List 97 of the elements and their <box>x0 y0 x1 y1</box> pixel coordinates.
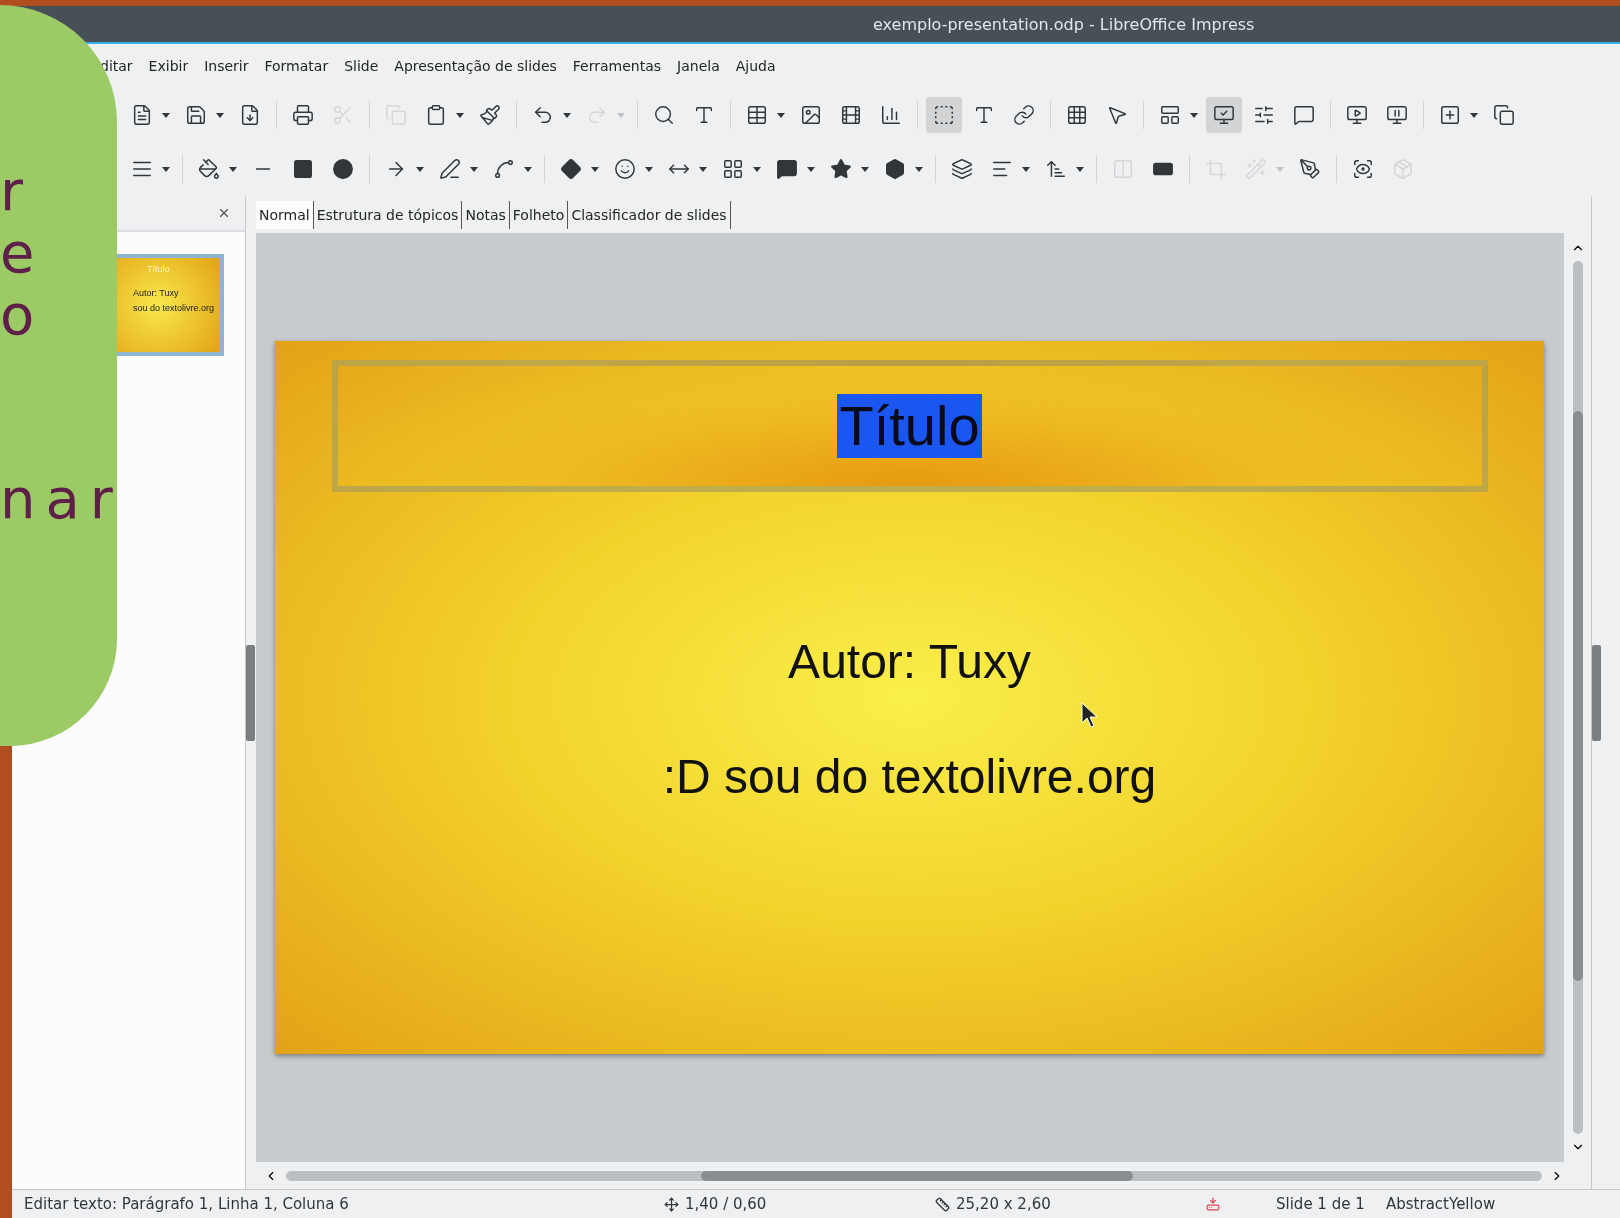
size-icon <box>935 1196 950 1212</box>
overlay-text: r <box>0 160 35 222</box>
caret-icon[interactable] <box>162 112 170 118</box>
slide-text: Autor: Tuxy <box>788 634 1031 689</box>
pen-icon[interactable] <box>439 158 461 180</box>
layers-icon[interactable] <box>951 158 973 180</box>
layout-icon[interactable] <box>1159 104 1181 126</box>
menu-item[interactable]: Slide <box>344 58 379 74</box>
connector-icon[interactable] <box>493 158 515 180</box>
status-text: Editar texto: Parágrafo 1, Linha 1, Coluna 6 <box>24 1195 350 1213</box>
view-tab[interactable]: Notas <box>462 200 510 229</box>
diamond-icon[interactable] <box>560 158 582 180</box>
menu-item[interactable]: Janela <box>677 58 720 74</box>
table-icon[interactable] <box>746 104 768 126</box>
master-name: AbstractYellow <box>1386 1195 1496 1213</box>
overlay-text: o <box>0 284 46 346</box>
mouse-pointer-icon <box>1081 702 1099 728</box>
caret-icon[interactable] <box>1076 166 1084 172</box>
caret-icon[interactable] <box>416 166 424 172</box>
paintbrush-icon[interactable] <box>479 104 501 126</box>
frame-icon[interactable] <box>1352 158 1374 180</box>
sidebar-handle[interactable] <box>1592 644 1601 741</box>
search-icon[interactable] <box>653 104 675 126</box>
thumbnail-text: sou do textolivre.org <box>133 303 215 313</box>
overlay-text: e <box>0 222 46 284</box>
caret-icon[interactable] <box>1022 166 1030 172</box>
slide-title: Título <box>837 394 982 458</box>
monitor-play-icon[interactable] <box>1346 104 1368 126</box>
position-icon <box>664 1196 679 1212</box>
square-icon[interactable] <box>292 158 314 180</box>
size-text: 25,20 x 2,60 <box>956 1195 1052 1213</box>
film-icon[interactable] <box>840 104 862 126</box>
scroll-thumb[interactable] <box>1572 411 1583 981</box>
caret-icon[interactable] <box>1190 112 1198 118</box>
print-icon[interactable] <box>292 104 314 126</box>
view-tab[interactable]: Normal <box>256 200 314 229</box>
menu-item[interactable]: Formatar <box>264 58 329 74</box>
letter-icon[interactable] <box>973 104 995 126</box>
pen-tool-icon[interactable] <box>1299 158 1321 180</box>
copy-icon[interactable] <box>1493 104 1515 126</box>
caret-icon[interactable] <box>1470 112 1478 118</box>
grid-icon[interactable] <box>1066 104 1088 126</box>
thumbnail-text: Autor: Tuxy <box>133 288 179 298</box>
slide-text: :D sou do textolivre.org <box>662 749 1157 804</box>
toggle-button[interactable] <box>926 97 962 133</box>
window-title: exemplo-presentation.odp - LibreOffice Impress <box>873 14 1255 34</box>
speech-bubble-icon[interactable] <box>776 158 798 180</box>
caret-icon[interactable] <box>470 166 478 172</box>
bar-chart-icon[interactable] <box>880 104 902 126</box>
splitter-handle[interactable] <box>246 644 255 741</box>
view-tab[interactable]: Folheto <box>509 200 569 229</box>
caret-icon[interactable] <box>591 166 599 172</box>
position-text: 1,40 / 0,60 <box>685 1195 768 1213</box>
save-icon[interactable] <box>185 104 207 126</box>
view-tab[interactable]: Classificador de slides <box>568 200 731 229</box>
caret-icon[interactable] <box>777 112 785 118</box>
sliders-icon[interactable] <box>1253 104 1275 126</box>
save-status-icon <box>1206 1197 1220 1211</box>
caret-icon[interactable] <box>216 112 224 118</box>
grid-icon[interactable] <box>722 158 744 180</box>
close-icon[interactable] <box>217 206 231 220</box>
overlay-text: nar <box>0 468 117 530</box>
star-icon[interactable] <box>830 158 852 180</box>
letter-icon[interactable] <box>693 104 715 126</box>
paint-bucket-icon[interactable] <box>198 158 220 180</box>
comment-icon[interactable] <box>1293 104 1315 126</box>
caret-icon[interactable] <box>915 166 923 172</box>
clipboard-icon[interactable] <box>425 104 447 126</box>
caret-icon[interactable] <box>753 166 761 172</box>
menu-item[interactable]: Exibir <box>148 58 189 74</box>
menu-item[interactable]: Ajuda <box>735 58 776 74</box>
slide-count: Slide 1 de 1 <box>1276 1195 1366 1213</box>
caret-icon[interactable] <box>524 166 532 172</box>
caret-icon[interactable] <box>861 166 869 172</box>
menu-item[interactable]: Inserir <box>204 58 249 74</box>
caret-icon[interactable] <box>699 166 707 172</box>
smiley-icon[interactable] <box>614 158 636 180</box>
caret-icon[interactable] <box>229 166 237 172</box>
caret-icon[interactable] <box>645 166 653 172</box>
ellipse-icon[interactable] <box>332 158 354 180</box>
image-icon[interactable] <box>800 104 822 126</box>
file-icon[interactable] <box>131 104 153 126</box>
link-icon[interactable] <box>1013 104 1035 126</box>
view-tab[interactable]: Estrutura de tópicos <box>313 200 463 229</box>
caret-icon[interactable] <box>162 166 170 172</box>
thumbnail-title: Título <box>147 264 170 274</box>
square-plus-icon[interactable] <box>1439 104 1461 126</box>
monitor-pause-icon[interactable] <box>1386 104 1408 126</box>
menu-item[interactable]: Ferramentas <box>572 58 662 74</box>
undo-icon[interactable] <box>532 104 554 126</box>
scroll-thumb[interactable] <box>701 1170 1133 1181</box>
caret-icon[interactable] <box>807 166 815 172</box>
caret-icon[interactable] <box>563 112 571 118</box>
caret-icon[interactable] <box>456 112 464 118</box>
pointer-icon[interactable] <box>1106 104 1128 126</box>
toggle-button[interactable] <box>1206 97 1242 133</box>
menu-item[interactable]: Apresentação de slides <box>394 58 557 74</box>
